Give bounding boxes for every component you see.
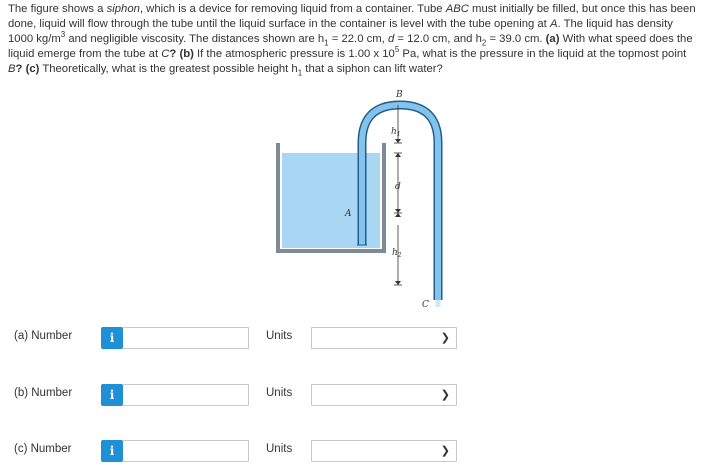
units-label: Units [266, 443, 293, 455]
answer-row-a: (a) Number i Units ❯ [0, 325, 702, 351]
chevron-down-icon: ❯ [440, 389, 450, 401]
answer-row-c: (c) Number i Units ❯ [0, 438, 702, 464]
siphon-figure: B h1 d A h2 C [270, 85, 450, 315]
units-label: Units [266, 330, 293, 342]
number-label: (c) Number [14, 443, 72, 455]
label-a: A [344, 209, 352, 219]
chevron-down-icon: ❯ [440, 445, 450, 457]
chevron-down-icon: ❯ [440, 332, 450, 344]
answer-row-b: (b) Number i Units ❯ [0, 382, 702, 408]
units-label: Units [266, 387, 293, 399]
number-label: (b) Number [14, 387, 73, 399]
label-c: C [422, 300, 429, 310]
units-select[interactable]: ❯ [311, 327, 457, 349]
label-d: d [395, 182, 401, 192]
siphon-diagram: B h1 d A h2 C [276, 90, 443, 310]
number-input[interactable] [123, 327, 249, 349]
number-input[interactable] [123, 384, 249, 406]
label-h1: h1 [391, 127, 401, 138]
problem-statement: The figure shows a siphon, which is a de… [8, 3, 696, 78]
label-h2: h2 [392, 248, 402, 259]
info-icon[interactable]: i [101, 440, 123, 462]
number-input[interactable] [123, 440, 249, 462]
units-select[interactable]: ❯ [311, 384, 457, 406]
units-select[interactable]: ❯ [311, 440, 457, 462]
number-label: (a) Number [14, 330, 73, 342]
info-icon[interactable]: i [101, 327, 123, 349]
label-b: B [395, 90, 403, 100]
info-icon[interactable]: i [101, 384, 123, 406]
